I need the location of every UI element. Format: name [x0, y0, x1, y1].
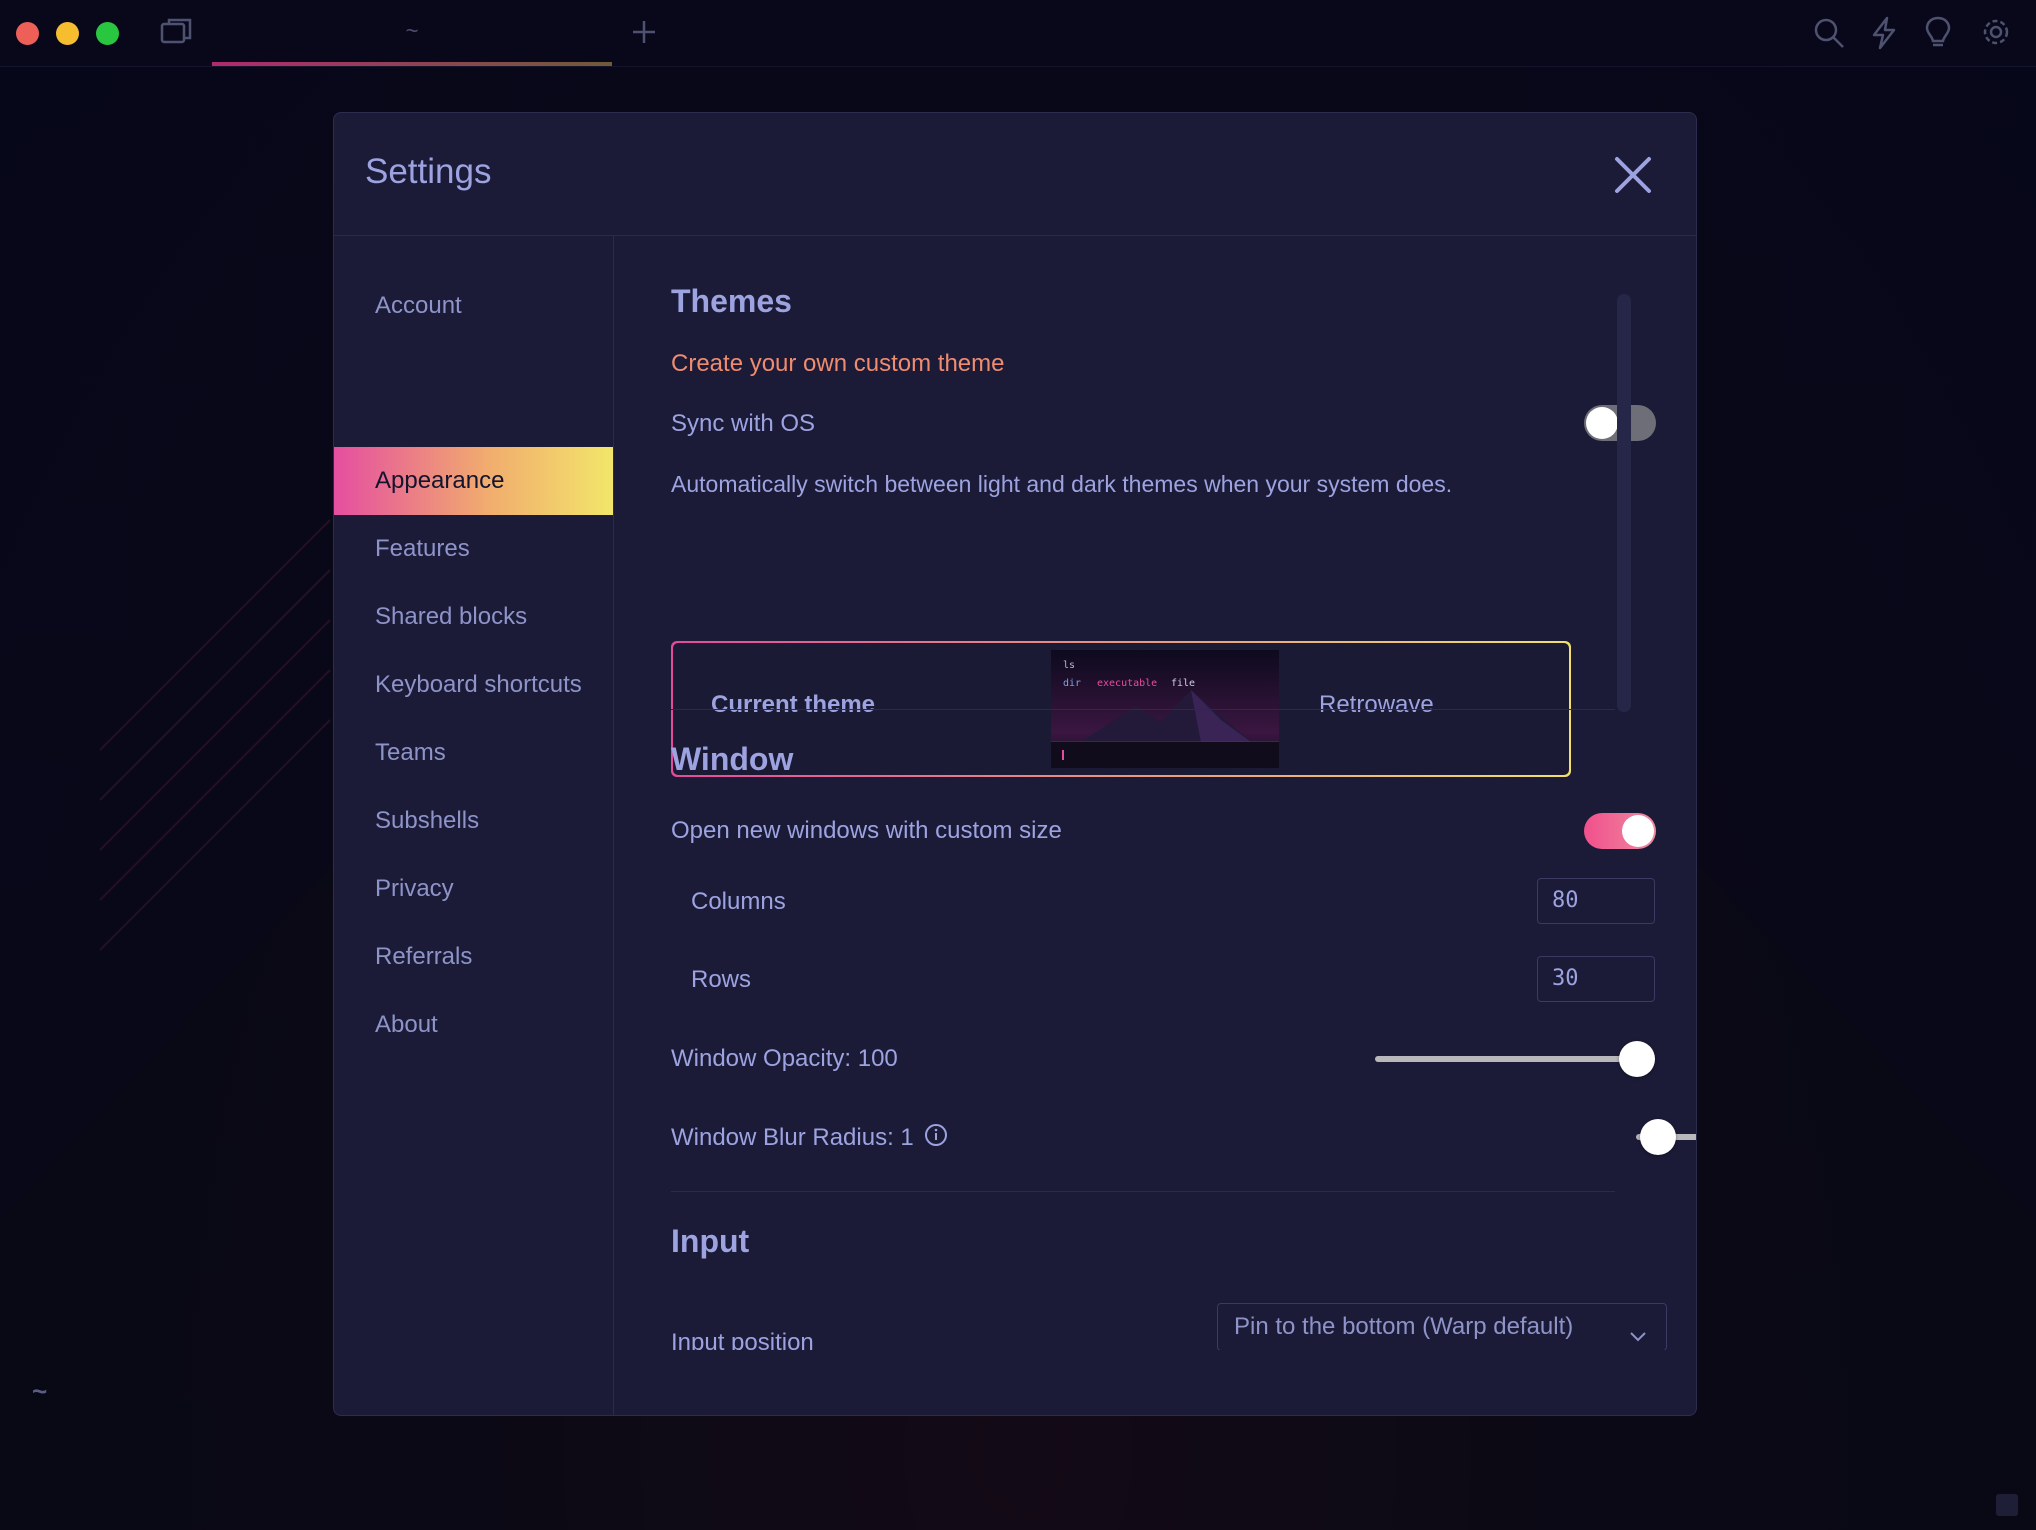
maximize-window-button[interactable]: [96, 22, 119, 45]
lightbulb-icon[interactable]: [1924, 16, 1952, 55]
custom-size-label: Open new windows with custom size: [671, 817, 1062, 844]
input-position-select[interactable]: Pin to the bottom (Warp default): [1217, 1303, 1667, 1350]
window-section-title: Window: [671, 741, 794, 777]
sidebar-item-appearance[interactable]: Appearance: [334, 447, 613, 515]
window-blur-label-text: Window Blur Radius: 1: [671, 1123, 914, 1151]
prompt-tilde: ~: [32, 1376, 48, 1406]
close-icon[interactable]: [1609, 151, 1657, 199]
slider-track: [1375, 1056, 1655, 1062]
split-pane-icon[interactable]: [160, 18, 192, 51]
section-divider: [671, 1191, 1615, 1192]
sidebar-item-shared-blocks[interactable]: Shared blocks: [334, 583, 613, 651]
gear-icon[interactable]: [1980, 16, 2012, 53]
sidebar-item-subshells[interactable]: Subshells: [334, 787, 613, 855]
preview-file: file: [1171, 678, 1196, 689]
rows-input[interactable]: 30: [1537, 956, 1655, 1002]
search-icon[interactable]: [1812, 16, 1846, 55]
close-window-button[interactable]: [16, 22, 39, 45]
columns-input[interactable]: 80: [1537, 878, 1655, 924]
window-blur-slider[interactable]: [1636, 1117, 1696, 1157]
tab-active-indicator: [212, 62, 612, 66]
appearance-scroll-area[interactable]: Themes Create your own custom theme Sync…: [614, 236, 1696, 1350]
create-custom-theme-link[interactable]: Create your own custom theme: [671, 350, 1004, 378]
toggle-knob: [1586, 407, 1618, 439]
window-opacity-slider[interactable]: [1375, 1039, 1655, 1079]
preview-line-ls: ls: [1063, 660, 1076, 671]
custom-size-toggle[interactable]: [1584, 813, 1656, 849]
sync-with-os-label: Sync with OS: [671, 410, 816, 437]
sidebar-item-keyboard-shortcuts[interactable]: Keyboard shortcuts: [334, 651, 613, 719]
title-bar: ~: [0, 0, 2036, 67]
preview-executable: executable: [1097, 678, 1158, 689]
themes-section-title: Themes: [671, 283, 792, 319]
appearance-panel: Themes Create your own custom theme Sync…: [614, 236, 1696, 1415]
window-blur-label: Window Blur Radius: 1: [671, 1123, 948, 1154]
settings-modal: Settings Account Appearance Features Sha…: [333, 112, 1697, 1416]
toggle-knob: [1622, 815, 1654, 847]
columns-label: Columns: [691, 888, 786, 915]
sidebar-item-privacy[interactable]: Privacy: [334, 855, 613, 923]
input-position-value: Pin to the bottom (Warp default): [1234, 1313, 1574, 1340]
rows-label: Rows: [691, 966, 752, 993]
current-theme-name: Retrowave: [1319, 691, 1434, 718]
new-tab-plus-icon[interactable]: [630, 18, 658, 51]
settings-title: Settings: [365, 152, 492, 191]
sync-description: Automatically switch between light and d…: [671, 471, 1453, 497]
minimize-window-button[interactable]: [56, 22, 79, 45]
preview-dir: dir: [1063, 678, 1082, 689]
status-indicator-icon: [1996, 1494, 2018, 1516]
sidebar-item-referrals[interactable]: Referrals: [334, 923, 613, 991]
sidebar-item-features[interactable]: Features: [334, 515, 613, 583]
section-divider: [671, 709, 1615, 710]
sidebar-item-about[interactable]: About: [334, 991, 613, 1059]
input-section-title: Input: [671, 1223, 750, 1259]
lightning-icon[interactable]: [1870, 16, 1898, 55]
input-position-label: Input position: [671, 1329, 814, 1350]
tab-terminal[interactable]: ~: [212, 0, 612, 66]
slider-thumb[interactable]: [1619, 1041, 1655, 1077]
chevron-down-icon: [1628, 1316, 1648, 1350]
sidebar-item-teams[interactable]: Teams: [334, 719, 613, 787]
slider-thumb[interactable]: [1639, 1119, 1676, 1155]
tab-label: ~: [405, 18, 419, 43]
current-theme-label: Current theme: [711, 691, 876, 718]
sidebar-item-account[interactable]: Account: [334, 272, 613, 340]
settings-scrollbar[interactable]: [1617, 294, 1631, 712]
info-icon[interactable]: [924, 1123, 948, 1154]
settings-header: Settings: [334, 113, 1696, 236]
settings-sidebar: Account Appearance Features Shared block…: [334, 236, 614, 1415]
window-opacity-label: Window Opacity: 100: [671, 1045, 898, 1072]
